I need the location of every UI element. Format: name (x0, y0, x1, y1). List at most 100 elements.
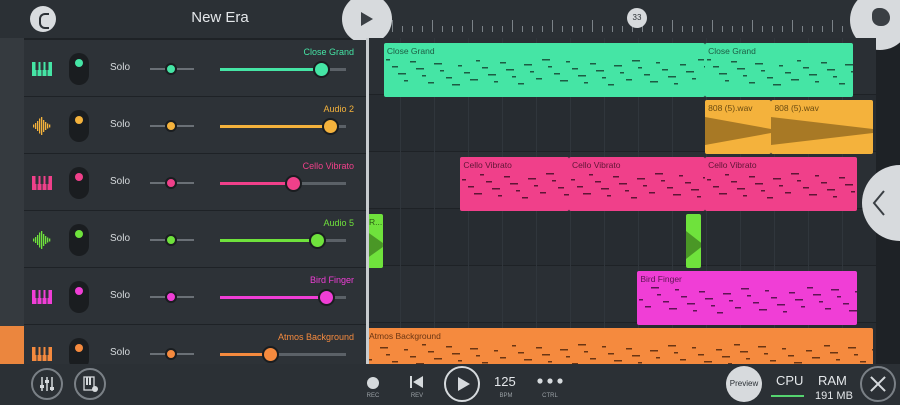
solo-button[interactable]: Solo (110, 347, 130, 358)
ruler-tick (502, 26, 503, 32)
pan-handle[interactable] (165, 234, 177, 246)
chevron-left-icon (872, 190, 885, 216)
pan-slider[interactable] (150, 291, 194, 303)
ruler-tick (492, 26, 493, 32)
track-row[interactable]: Solo Bird Finger (24, 268, 366, 325)
mute-toggle[interactable] (69, 110, 89, 142)
preview-button[interactable]: Preview (726, 366, 762, 402)
mute-toggle[interactable] (69, 224, 89, 256)
pattern-clip[interactable] (685, 214, 702, 268)
mute-toggle[interactable] (69, 167, 89, 199)
mute-toggle[interactable] (69, 281, 89, 313)
volume-handle[interactable] (312, 61, 330, 78)
pattern-clip[interactable]: Cello Vibrato (460, 157, 569, 211)
solo-button[interactable]: Solo (110, 233, 130, 244)
ruler-tick (792, 20, 793, 32)
volume-handle[interactable] (317, 289, 335, 306)
ruler-tick (512, 20, 513, 32)
volume-slider[interactable] (220, 118, 346, 135)
solo-button[interactable]: Solo (110, 62, 130, 73)
solo-button[interactable]: Solo (110, 119, 130, 130)
ruler-tick (682, 26, 683, 32)
volume-handle[interactable] (309, 232, 327, 249)
track-row[interactable]: Solo Audio 5 (24, 211, 366, 268)
ruler-tick (782, 26, 783, 32)
ruler-tick (572, 26, 573, 32)
pattern-clip[interactable]: Cello Vibrato (568, 157, 706, 211)
piano-icon[interactable] (31, 343, 53, 365)
piano-icon[interactable] (31, 172, 53, 194)
pan-slider[interactable] (150, 177, 194, 189)
pan-handle[interactable] (165, 348, 177, 360)
rewind-icon[interactable] (409, 375, 425, 389)
solo-button[interactable]: Solo (110, 176, 130, 187)
pattern-clip[interactable]: 808 (5).wav (771, 100, 874, 154)
volume-handle[interactable] (262, 346, 280, 363)
pattern-clip[interactable]: Cello Vibrato (705, 157, 857, 211)
pan-handle[interactable] (165, 120, 177, 132)
track-name[interactable]: Close Grand (303, 47, 354, 57)
volume-slider[interactable] (220, 61, 346, 78)
ruler-tick (732, 26, 733, 32)
piano-icon[interactable] (31, 286, 53, 308)
mixer-icon (40, 377, 54, 391)
pattern-clip[interactable]: 808 (5).wav (705, 100, 772, 154)
pan-handle[interactable] (165, 63, 177, 75)
cpu-meter (771, 395, 804, 397)
ruler-tick (562, 26, 563, 32)
timeline-ruler[interactable] (392, 0, 852, 38)
app-logo-icon[interactable] (30, 6, 56, 32)
mute-toggle[interactable] (69, 53, 89, 85)
track-name[interactable]: Cello Vibrato (303, 161, 354, 171)
pan-handle[interactable] (165, 177, 177, 189)
record-button[interactable] (367, 377, 379, 389)
pan-handle[interactable] (165, 291, 177, 303)
playhead[interactable] (366, 38, 369, 364)
ruler-tick (482, 26, 483, 32)
more-icon[interactable] (537, 378, 563, 384)
ruler-tick (592, 20, 593, 32)
track-row[interactable]: Solo Audio 2 (24, 97, 366, 154)
ruler-tick (822, 26, 823, 32)
volume-fill (220, 239, 318, 242)
playlist-area[interactable]: Close Grand Close Grand 808 (5).wav 808 (5)… (366, 38, 876, 382)
waveform-icon[interactable] (31, 229, 53, 251)
volume-slider[interactable] (220, 232, 346, 249)
track-row[interactable]: Solo Cello Vibrato (24, 154, 366, 211)
waveform-icon[interactable] (31, 115, 53, 137)
clip-label: Close Grand (708, 46, 756, 56)
playlist-lane[interactable] (366, 209, 876, 266)
mixer-button[interactable] (31, 368, 63, 400)
volume-slider[interactable] (220, 346, 346, 363)
clip-label: R... (369, 217, 383, 227)
project-title: New Era (191, 9, 249, 26)
volume-slider[interactable] (220, 289, 346, 306)
ruler-tick (702, 26, 703, 32)
pan-slider[interactable] (150, 120, 194, 132)
pan-slider[interactable] (150, 348, 194, 360)
solo-button[interactable]: Solo (110, 290, 130, 301)
volume-handle[interactable] (285, 175, 303, 192)
bar-marker[interactable]: 33 (627, 8, 647, 28)
volume-handle[interactable] (321, 118, 339, 135)
pattern-clip[interactable]: Close Grand (705, 43, 854, 97)
play-button[interactable] (444, 366, 480, 402)
pattern-clip[interactable]: Bird Finger (637, 271, 857, 325)
piano-roll-button[interactable] (74, 368, 106, 400)
track-name[interactable]: Audio 2 (323, 104, 354, 114)
pan-slider[interactable] (150, 63, 194, 75)
pattern-clip[interactable]: Close Grand (383, 43, 706, 97)
ruler-tick (832, 20, 833, 32)
clip-label: Cello Vibrato (571, 160, 621, 170)
rec-label: REC (366, 393, 380, 399)
close-button[interactable] (860, 366, 896, 402)
ruler-tick (412, 26, 413, 32)
volume-slider[interactable] (220, 175, 346, 192)
track-name[interactable]: Bird Finger (310, 275, 354, 285)
track-row[interactable]: Solo Close Grand (24, 40, 366, 97)
track-name[interactable]: Atmos Background (278, 332, 354, 342)
piano-icon[interactable] (31, 58, 53, 80)
tempo-value[interactable]: 125 (494, 374, 516, 389)
track-name[interactable]: Audio 5 (323, 218, 354, 228)
pan-slider[interactable] (150, 234, 194, 246)
